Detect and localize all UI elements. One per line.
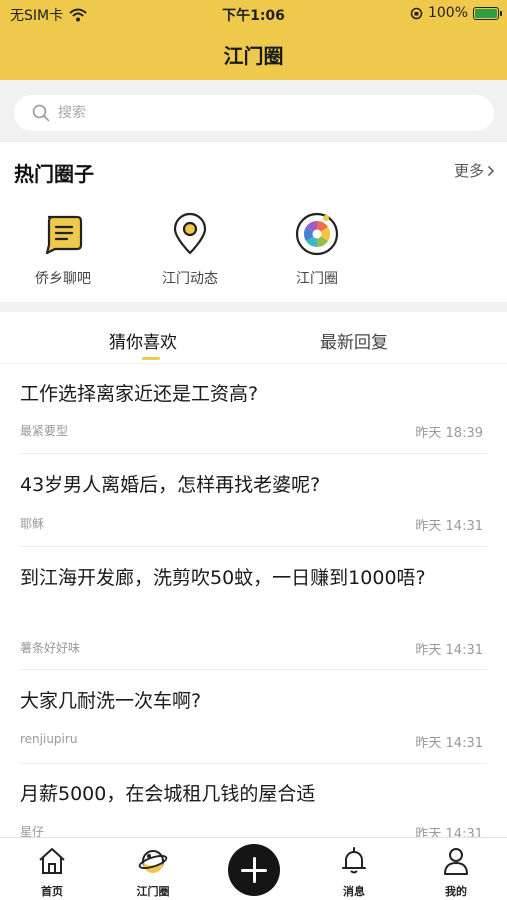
battery-icon — [473, 6, 502, 20]
user-icon — [444, 848, 468, 875]
circle-item-label: 侨乡聊吧 — [35, 271, 91, 287]
tabbar-label: 江门圈 — [136, 885, 170, 898]
tabbar-label: 首页 — [41, 885, 63, 898]
bell-icon — [342, 847, 366, 874]
more-link[interactable]: 更多 — [454, 160, 495, 181]
post-title: 工作选择离家近还是工资高? — [20, 383, 259, 405]
tabbar-messages[interactable]: 消息 — [324, 846, 384, 899]
tabbar-jiangmenquan[interactable]: 江门圈 — [123, 846, 183, 899]
battery-percent: 100% — [427, 5, 468, 21]
circle-item-label: 江门圈 — [296, 271, 338, 287]
search-bar[interactable] — [14, 95, 494, 131]
chat-icon — [45, 215, 83, 255]
post-author: 星仔 — [20, 825, 45, 837]
post-title: 到江海开发廊，洗剪吹50蚊，一日赚到1000唔? — [20, 567, 426, 589]
search-icon — [32, 104, 50, 122]
location-pin-icon — [173, 212, 207, 255]
tab-recommended[interactable]: 猜你喜欢 — [109, 328, 177, 353]
row-divider — [20, 669, 487, 670]
circle-item-label: 江门动态 — [162, 271, 218, 287]
post-time: 昨天 18:39 — [415, 426, 483, 441]
post-title: 43岁男人离婚后，怎样再找老婆呢? — [20, 474, 321, 496]
post-author: 薯条好好味 — [20, 641, 81, 655]
camera-aperture-icon — [295, 212, 339, 256]
post-time: 昨天 14:31 — [415, 827, 483, 837]
status-right: 100% — [410, 5, 502, 21]
add-post-button[interactable] — [228, 844, 280, 896]
post-author: 耶稣 — [20, 517, 45, 531]
post-time: 昨天 14:31 — [415, 519, 483, 534]
post-time: 昨天 14:31 — [415, 736, 483, 751]
feed-tabs: 猜你喜欢 最新回复 — [0, 312, 507, 364]
tabbar-profile[interactable]: 我的 — [426, 846, 486, 899]
search-area — [0, 80, 507, 142]
circle-item-jiangmenquan[interactable]: 江门圈 — [272, 212, 362, 288]
tabbar-label: 我的 — [445, 885, 467, 898]
section-title: 热门圈子 — [14, 162, 94, 186]
orientation-lock-icon — [410, 7, 423, 19]
hot-circles-section: 热门圈子 更多 侨乡聊吧 江门动态 江门圈 — [0, 142, 507, 302]
tabbar-label: 消息 — [343, 885, 365, 898]
active-tab-indicator — [142, 357, 160, 360]
top-header: 无SIM卡 下午1:06 100% 江门圈 — [0, 0, 507, 80]
circle-item-qiaoxiang[interactable]: 侨乡聊吧 — [18, 212, 108, 288]
post-title: 月薪5000，在会城租几钱的屋合适 — [20, 783, 316, 805]
home-icon — [39, 848, 65, 874]
row-divider — [20, 453, 487, 454]
row-divider — [20, 763, 487, 764]
chevron-right-icon — [487, 165, 495, 176]
post-list: 工作选择离家近还是工资高? 最紧要型 昨天 18:39 43岁男人离婚后，怎样再… — [0, 365, 507, 837]
planet-icon — [138, 850, 168, 873]
post-time: 昨天 14:31 — [415, 643, 483, 658]
search-input[interactable] — [58, 105, 438, 121]
post-author: 最紧要型 — [20, 424, 69, 438]
status-bar: 无SIM卡 下午1:06 100% — [0, 0, 507, 28]
page-title: 江门圈 — [223, 44, 284, 68]
tab-latest-reply[interactable]: 最新回复 — [320, 328, 388, 353]
more-label: 更多 — [453, 162, 484, 180]
section-divider — [0, 302, 507, 312]
post-author: renjiupiru — [20, 732, 78, 746]
bottom-tab-bar: 首页 江门圈 消息 我的 — [0, 837, 507, 900]
tabbar-home[interactable]: 首页 — [22, 846, 82, 899]
circle-item-dongtai[interactable]: 江门动态 — [145, 212, 235, 288]
row-divider — [20, 546, 487, 547]
post-title: 大家几耐洗一次车啊? — [20, 690, 202, 712]
